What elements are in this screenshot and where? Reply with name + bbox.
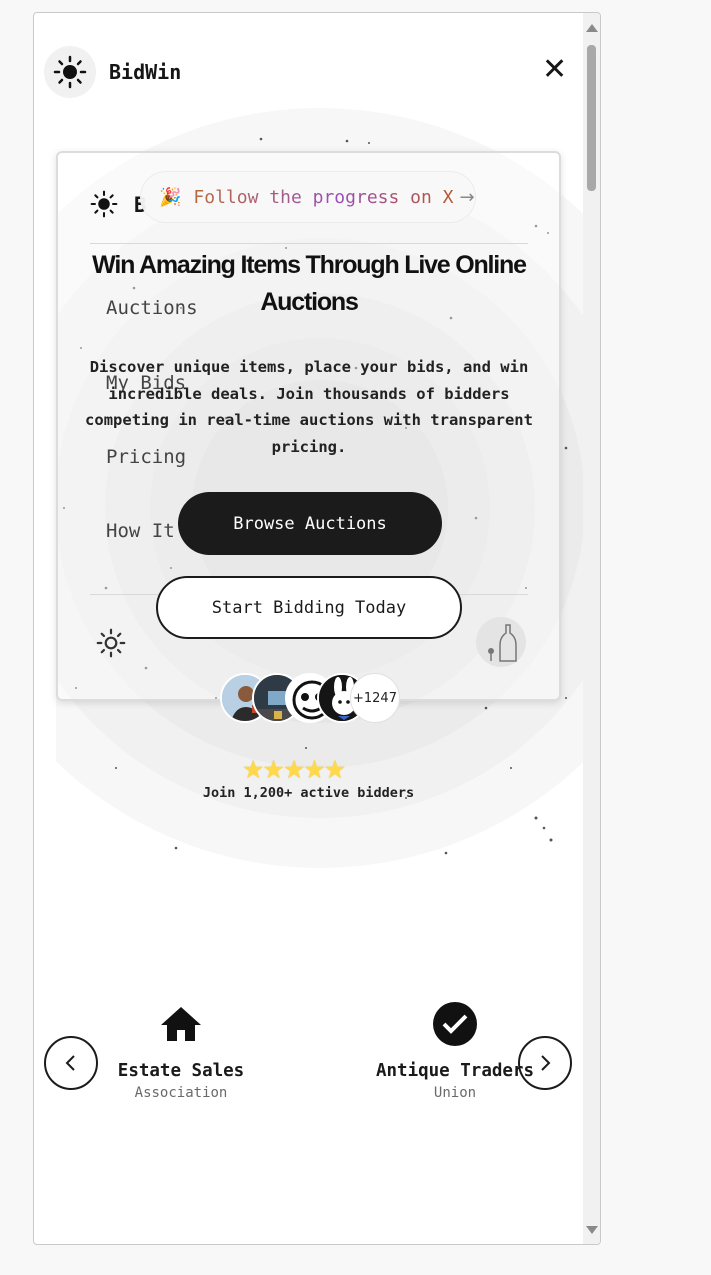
start-bidding-button[interactable]: Start Bidding Today: [156, 576, 462, 639]
more-bidders-count: +1247: [350, 673, 400, 723]
hero-title: Win Amazing Items Through Live Online Au…: [92, 251, 527, 316]
sun-icon: [90, 190, 118, 218]
scroll-up-arrow-icon[interactable]: [586, 24, 598, 32]
home-icon: [161, 1007, 201, 1041]
star-icon: ★: [323, 755, 346, 784]
partner-card: Antique Traders Union: [355, 1001, 555, 1101]
announcement-link[interactable]: 🎉 Follow the progress on X →: [140, 171, 476, 223]
vertical-scrollbar[interactable]: [583, 13, 600, 1244]
announcement-text: Follow the progress on X: [193, 186, 454, 208]
check-circle-icon: [433, 1002, 477, 1046]
site-header: BidWin ✕: [34, 13, 583, 133]
bidders-caption: Join 1,200+ active bidders: [202, 785, 415, 801]
scrollbar-thumb[interactable]: [587, 45, 596, 191]
partner-subtitle: Union: [433, 1085, 477, 1101]
star-icon: ★: [303, 755, 325, 784]
partner-card: Estate Sales Association: [81, 1001, 281, 1101]
chevron-left-icon: [65, 1055, 75, 1071]
sun-icon: [53, 55, 87, 89]
close-icon[interactable]: ✕: [542, 55, 567, 85]
partner-name: Estate Sales: [117, 1061, 245, 1081]
bottle-icon: [488, 624, 517, 662]
avatar: [476, 617, 526, 667]
page-content: BidWin ✕ B Auctions My Bids Pricing How …: [34, 13, 583, 1244]
logo[interactable]: [44, 46, 96, 98]
divider: [90, 243, 528, 244]
partner-name: Antique Traders: [375, 1061, 535, 1081]
star-icon: ★: [242, 755, 264, 784]
star-icon: ★: [282, 755, 305, 784]
brand-name[interactable]: BidWin: [109, 60, 181, 84]
browser-frame: BidWin ✕ B Auctions My Bids Pricing How …: [33, 12, 601, 1245]
preview-nav-how-it-works: How It: [106, 520, 175, 542]
party-popper-icon: 🎉: [159, 186, 182, 208]
star-icon: ★: [262, 755, 284, 784]
sun-outline-icon: [96, 628, 126, 658]
scroll-down-arrow-icon[interactable]: [586, 1226, 598, 1234]
partner-subtitle: Association: [134, 1085, 228, 1101]
arrow-right-icon: →: [459, 186, 475, 208]
browse-auctions-button[interactable]: Browse Auctions: [178, 492, 442, 555]
hero-description: Discover unique items, place your bids, …: [85, 358, 533, 456]
rating-stars: ★★★★★: [242, 755, 346, 784]
